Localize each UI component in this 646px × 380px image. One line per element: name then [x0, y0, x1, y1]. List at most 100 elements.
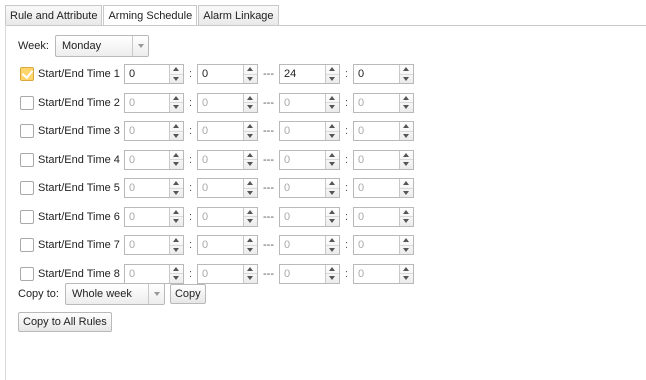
- start-m-spinner[interactable]: 0: [197, 64, 258, 84]
- chevron-up-icon[interactable]: [400, 65, 413, 75]
- chevron-up-icon[interactable]: [326, 151, 339, 160]
- chevron-down-icon[interactable]: [326, 103, 339, 112]
- end-m-spinner[interactable]: 0: [353, 64, 414, 84]
- chevron-down-icon[interactable]: [326, 217, 339, 226]
- start-h-spinner[interactable]: 0: [124, 121, 184, 141]
- chevron-up-icon[interactable]: [244, 265, 257, 274]
- end-m-value[interactable]: 0: [354, 122, 399, 140]
- start-m-value[interactable]: 0: [198, 65, 243, 83]
- end-h-value[interactable]: 0: [280, 236, 325, 254]
- end-h-spinner[interactable]: 0: [279, 206, 340, 227]
- end-m-spinner[interactable]: 0: [353, 121, 414, 141]
- start-h-value[interactable]: 0: [125, 65, 169, 83]
- chevron-down-icon[interactable]: [244, 246, 257, 255]
- chevron-down-icon[interactable]: [326, 274, 339, 283]
- chevron-down-icon[interactable]: [244, 274, 257, 283]
- row-checkbox[interactable]: [20, 266, 34, 281]
- end-m-value[interactable]: 0: [354, 265, 399, 283]
- end-h-spinner[interactable]: 0: [279, 235, 340, 255]
- end-h-value[interactable]: 24: [280, 65, 325, 83]
- end-h-value[interactable]: 0: [280, 151, 325, 169]
- chevron-down-icon[interactable]: [170, 217, 183, 226]
- row-checkbox[interactable]: [20, 238, 34, 252]
- copy-to-all-rules-button[interactable]: Copy to All Rules: [18, 312, 112, 332]
- copy-button[interactable]: Copy: [169, 284, 206, 304]
- end-m-value[interactable]: 0: [354, 94, 399, 112]
- row-checkbox[interactable]: [20, 152, 34, 167]
- chevron-down-icon[interactable]: [326, 132, 339, 141]
- end-h-value[interactable]: 0: [280, 179, 325, 197]
- chevron-up-icon[interactable]: [244, 122, 257, 132]
- chevron-down-icon[interactable]: [170, 75, 183, 84]
- start-m-value[interactable]: 0: [198, 208, 243, 226]
- tab-arming-schedule[interactable]: Arming Schedule: [103, 5, 198, 26]
- end-m-value[interactable]: 0: [354, 179, 399, 197]
- chevron-down-icon[interactable]: [244, 217, 257, 226]
- chevron-up-icon[interactable]: [170, 208, 183, 217]
- chevron-up-icon[interactable]: [170, 265, 183, 274]
- start-h-value[interactable]: 0: [125, 208, 169, 226]
- chevron-up-icon[interactable]: [244, 65, 257, 75]
- start-m-value[interactable]: 0: [198, 122, 243, 140]
- chevron-up-icon[interactable]: [170, 151, 183, 160]
- end-h-value[interactable]: 0: [280, 265, 325, 283]
- chevron-down-icon[interactable]: [400, 75, 413, 84]
- start-h-value[interactable]: 0: [125, 236, 169, 254]
- start-h-value[interactable]: 0: [125, 179, 169, 197]
- chevron-up-icon[interactable]: [400, 208, 413, 217]
- end-m-spinner[interactable]: 0: [353, 92, 414, 113]
- start-h-spinner[interactable]: 0: [124, 235, 184, 255]
- row-checkbox[interactable]: [20, 181, 34, 195]
- start-m-spinner[interactable]: 0: [197, 235, 258, 255]
- chevron-up-icon[interactable]: [326, 236, 339, 246]
- chevron-up-icon[interactable]: [326, 94, 339, 103]
- start-m-value[interactable]: 0: [198, 179, 243, 197]
- end-m-value[interactable]: 0: [354, 65, 399, 83]
- end-m-value[interactable]: 0: [354, 151, 399, 169]
- chevron-up-icon[interactable]: [400, 179, 413, 189]
- chevron-down-icon[interactable]: [400, 246, 413, 255]
- start-h-value[interactable]: 0: [125, 122, 169, 140]
- chevron-up-icon[interactable]: [170, 236, 183, 246]
- chevron-down-icon[interactable]: [326, 160, 339, 169]
- chevron-up-icon[interactable]: [170, 179, 183, 189]
- end-h-spinner[interactable]: 0: [279, 263, 340, 284]
- chevron-up-icon[interactable]: [326, 65, 339, 75]
- chevron-down-icon[interactable]: [400, 160, 413, 169]
- start-h-spinner[interactable]: 0: [124, 263, 184, 284]
- start-h-value[interactable]: 0: [125, 265, 169, 283]
- chevron-up-icon[interactable]: [400, 236, 413, 246]
- copy-to-select[interactable]: Whole week: [64, 283, 165, 305]
- chevron-up-icon[interactable]: [400, 94, 413, 103]
- start-m-value[interactable]: 0: [198, 94, 243, 112]
- chevron-up-icon[interactable]: [400, 265, 413, 274]
- end-m-spinner[interactable]: 0: [353, 235, 414, 255]
- start-m-value[interactable]: 0: [198, 236, 243, 254]
- end-h-value[interactable]: 0: [280, 94, 325, 112]
- start-m-spinner[interactable]: 0: [197, 263, 258, 284]
- chevron-down-icon[interactable]: [170, 246, 183, 255]
- start-h-spinner[interactable]: 0: [124, 92, 184, 113]
- end-h-spinner[interactable]: 24: [279, 64, 340, 84]
- chevron-down-icon[interactable]: [400, 274, 413, 283]
- tab-alarm-linkage[interactable]: Alarm Linkage: [198, 5, 279, 26]
- end-h-spinner[interactable]: 0: [279, 149, 340, 170]
- chevron-up-icon[interactable]: [326, 208, 339, 217]
- start-h-spinner[interactable]: 0: [124, 178, 184, 198]
- chevron-down-icon[interactable]: [170, 189, 183, 198]
- chevron-down-icon[interactable]: [400, 132, 413, 141]
- end-m-spinner[interactable]: 0: [353, 149, 414, 170]
- chevron-up-icon[interactable]: [170, 122, 183, 132]
- start-m-spinner[interactable]: 0: [197, 149, 258, 170]
- chevron-down-icon[interactable]: [244, 103, 257, 112]
- chevron-down-icon[interactable]: [400, 217, 413, 226]
- start-h-value[interactable]: 0: [125, 94, 169, 112]
- chevron-up-icon[interactable]: [326, 179, 339, 189]
- start-m-value[interactable]: 0: [198, 151, 243, 169]
- end-h-spinner[interactable]: 0: [279, 178, 340, 198]
- end-m-value[interactable]: 0: [354, 236, 399, 254]
- start-h-spinner[interactable]: 0: [124, 64, 184, 84]
- start-h-spinner[interactable]: 0: [124, 149, 184, 170]
- week-select[interactable]: Monday: [54, 35, 149, 57]
- chevron-up-icon[interactable]: [170, 94, 183, 103]
